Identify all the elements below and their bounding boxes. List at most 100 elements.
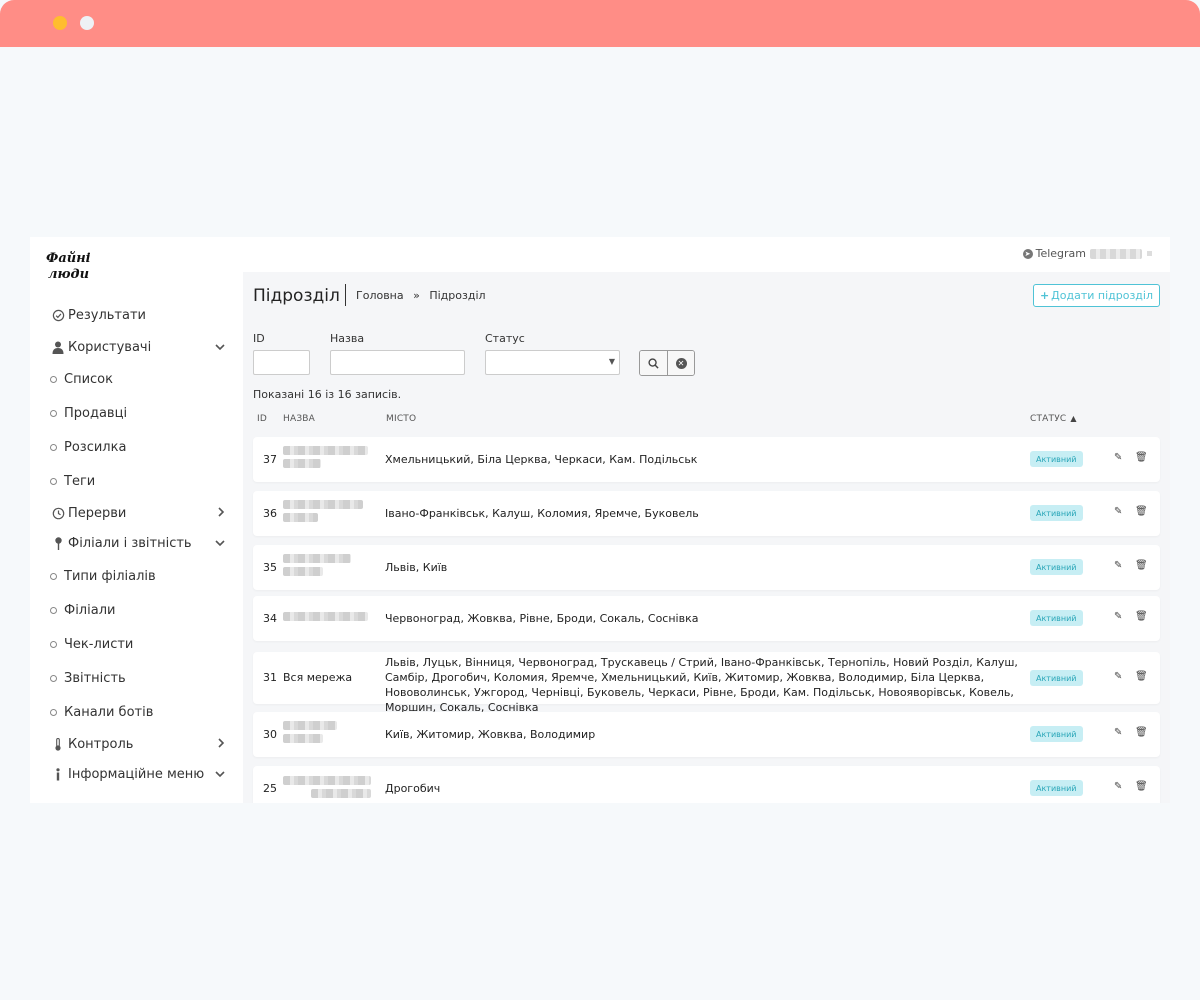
table-row[interactable]: 35 Львів, Київ Активний ✎ 🗑 [253, 545, 1160, 590]
row-name-blurred [283, 612, 368, 625]
row-id: 31 [263, 671, 277, 684]
trash-icon[interactable]: 🗑 [1135, 781, 1148, 792]
sidebar-item-breaks[interactable]: Перерви [48, 500, 225, 526]
status-badge: Активний [1030, 726, 1083, 742]
row-name-blurred [283, 776, 371, 802]
sidebar-item-bot-channels[interactable]: Канали ботів [48, 699, 153, 725]
sidebar-item-label: Перерви [68, 505, 127, 521]
sidebar-item-label: Список [64, 371, 113, 387]
user-name-blurred[interactable] [1090, 249, 1142, 259]
chevron-right-icon [218, 506, 225, 520]
edit-icon[interactable]: ✎ [1114, 671, 1122, 682]
trash-icon[interactable]: 🗑 [1135, 452, 1148, 463]
column-header-status[interactable]: СТАТУС ▲ [1030, 414, 1077, 424]
row-city: Львів, Київ [385, 561, 448, 574]
row-id: 30 [263, 728, 277, 741]
name-filter-input[interactable] [330, 350, 465, 375]
clock-icon [48, 507, 68, 520]
sidebar-item-label: Результати [68, 307, 146, 323]
trash-icon[interactable]: 🗑 [1135, 671, 1148, 682]
trash-icon[interactable]: 🗑 [1135, 611, 1148, 622]
column-header-city: МІСТО [386, 414, 417, 424]
table-row[interactable]: 36 Івано-Франківськ, Калуш, Коломия, Яре… [253, 491, 1160, 536]
table-row[interactable]: 34 Червоноград, Жовква, Рівне, Броди, Со… [253, 596, 1160, 641]
table-row[interactable]: 31 Вся мережа Львів, Луцьк, Вінниця, Чер… [253, 652, 1160, 714]
row-id: 34 [263, 612, 277, 625]
chevron-down-icon: ▼ [608, 357, 615, 366]
title-divider [345, 284, 346, 306]
telegram-link[interactable]: ➤ Telegram [1022, 247, 1086, 260]
plus-icon: + [1039, 289, 1050, 302]
table-row[interactable]: 30 Київ, Житомир, Жовква, Володимир Акти… [253, 712, 1160, 757]
edit-icon[interactable]: ✎ [1114, 727, 1122, 738]
edit-icon[interactable]: ✎ [1114, 506, 1122, 517]
sidebar-item-branches-reports[interactable]: Філіали і звітність [48, 530, 225, 556]
table-row[interactable]: 37 Хмельницький, Біла Церква, Черкаси, К… [253, 437, 1160, 482]
edit-icon[interactable]: ✎ [1114, 611, 1122, 622]
sidebar-item-info-menu[interactable]: Інформаційне меню [48, 761, 225, 787]
circle-icon [50, 375, 57, 383]
trash-icon[interactable]: 🗑 [1135, 506, 1148, 517]
sidebar-item-sellers[interactable]: Продавці [48, 400, 127, 426]
circle-icon [50, 572, 57, 580]
sidebar-item-list[interactable]: Список [48, 366, 113, 392]
filter-buttons: ✕ [639, 350, 695, 376]
column-header-status-label: СТАТУС [1030, 414, 1067, 424]
sidebar-item-branches[interactable]: Філіали [48, 597, 115, 623]
row-id: 25 [263, 782, 277, 795]
sidebar-item-tags[interactable]: Теги [48, 468, 95, 494]
sidebar-item-control[interactable]: Контроль [48, 731, 225, 757]
sidebar-item-label: Типи філіалів [64, 568, 156, 584]
trash-icon[interactable]: 🗑 [1135, 560, 1148, 571]
sidebar-item-label: Чек-листи [64, 636, 134, 652]
svg-text:Файні: Файні [46, 251, 91, 266]
window-maximize-dot[interactable] [80, 16, 94, 30]
top-bar: ➤ Telegram [243, 237, 1170, 272]
trash-icon[interactable]: 🗑 [1135, 727, 1148, 738]
sidebar-item-reports[interactable]: Звітність [48, 665, 126, 691]
breadcrumb-home[interactable]: Головна [356, 289, 404, 302]
sidebar-item-mailing[interactable]: Розсилка [48, 434, 126, 460]
status-filter-select[interactable]: ▼ [485, 350, 620, 375]
circle-icon [50, 640, 57, 648]
row-city: Дрогобич [385, 782, 441, 795]
sidebar-item-label: Звітність [64, 670, 126, 686]
clear-filters-button[interactable]: ✕ [667, 351, 694, 375]
info-icon [48, 767, 68, 781]
status-badge: Активний [1030, 670, 1083, 686]
sidebar-item-checklists[interactable]: Чек-листи [48, 631, 133, 657]
row-name-blurred [283, 554, 351, 580]
sidebar-item-users[interactable]: Користувачі [48, 334, 225, 360]
sidebar-item-label: Інформаційне меню [68, 766, 205, 782]
telegram-label: Telegram [1035, 247, 1086, 260]
window-minimize-dot[interactable] [53, 16, 67, 30]
row-city: Червоноград, Жовква, Рівне, Броди, Сокал… [385, 612, 699, 625]
breadcrumb-current: Підрозділ [429, 289, 486, 302]
row-name-blurred [283, 721, 337, 747]
sidebar-item-results[interactable]: Результати [48, 302, 225, 328]
add-department-button[interactable]: + Додати підрозділ [1032, 284, 1160, 307]
row-city: Київ, Житомир, Жовква, Володимир [385, 728, 596, 741]
column-header-name: НАЗВА [283, 414, 316, 424]
edit-icon[interactable]: ✎ [1114, 781, 1122, 792]
sidebar-item-label: Філіали і звітність [68, 535, 192, 551]
circle-icon [50, 674, 57, 682]
row-name: Вся мережа [283, 671, 353, 684]
edit-icon[interactable]: ✎ [1114, 452, 1122, 463]
edit-icon[interactable]: ✎ [1114, 560, 1122, 571]
row-city: Львів, Луцьк, Вінниця, Червоноград, Трус… [385, 656, 1018, 714]
row-city: Івано-Франківськ, Калуш, Коломия, Яремче… [385, 507, 699, 520]
telegram-icon: ➤ [1022, 248, 1033, 259]
name-filter-label: Назва [330, 332, 365, 345]
logo[interactable]: Файні люди [44, 247, 104, 283]
chevron-down-icon [215, 340, 225, 354]
sidebar-item-branch-types[interactable]: Типи філіалів [48, 563, 156, 589]
id-filter-input[interactable] [253, 350, 310, 375]
user-menu-icon[interactable] [1147, 251, 1152, 256]
table-row[interactable]: 25 Дрогобич Активний ✎ 🗑 [253, 766, 1160, 803]
sidebar-item-label: Контроль [68, 736, 134, 752]
search-button[interactable] [640, 351, 667, 375]
sidebar-item-label: Продавці [64, 405, 128, 421]
circle-icon [50, 477, 57, 485]
page-title: Підрозділ [253, 286, 340, 306]
